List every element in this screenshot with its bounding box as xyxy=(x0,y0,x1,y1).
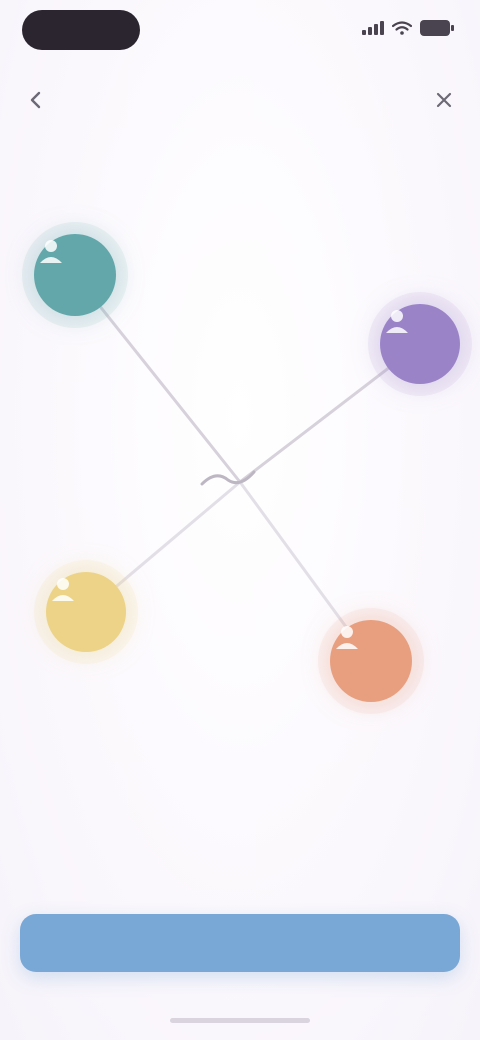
connection-graph xyxy=(0,150,480,790)
continue-button[interactable] xyxy=(20,914,460,972)
node-teal[interactable] xyxy=(34,234,116,316)
battery-icon xyxy=(420,20,454,36)
status-icons xyxy=(362,20,454,36)
status-time xyxy=(22,10,140,50)
header xyxy=(20,72,460,128)
status-bar xyxy=(0,0,480,64)
close-icon[interactable] xyxy=(428,84,460,116)
node-yellow[interactable] xyxy=(46,572,126,652)
link-icon xyxy=(196,462,286,502)
person-icon xyxy=(336,626,358,649)
home-indicator[interactable] xyxy=(170,1018,310,1023)
signal-icon xyxy=(362,21,384,35)
wifi-icon xyxy=(392,21,412,35)
back-arrow-icon[interactable] xyxy=(20,84,52,116)
screen xyxy=(0,0,480,1040)
node-orange[interactable] xyxy=(330,620,412,702)
person-icon xyxy=(52,578,74,601)
person-icon xyxy=(386,310,408,333)
node-purple[interactable] xyxy=(380,304,460,384)
person-icon xyxy=(40,240,62,263)
